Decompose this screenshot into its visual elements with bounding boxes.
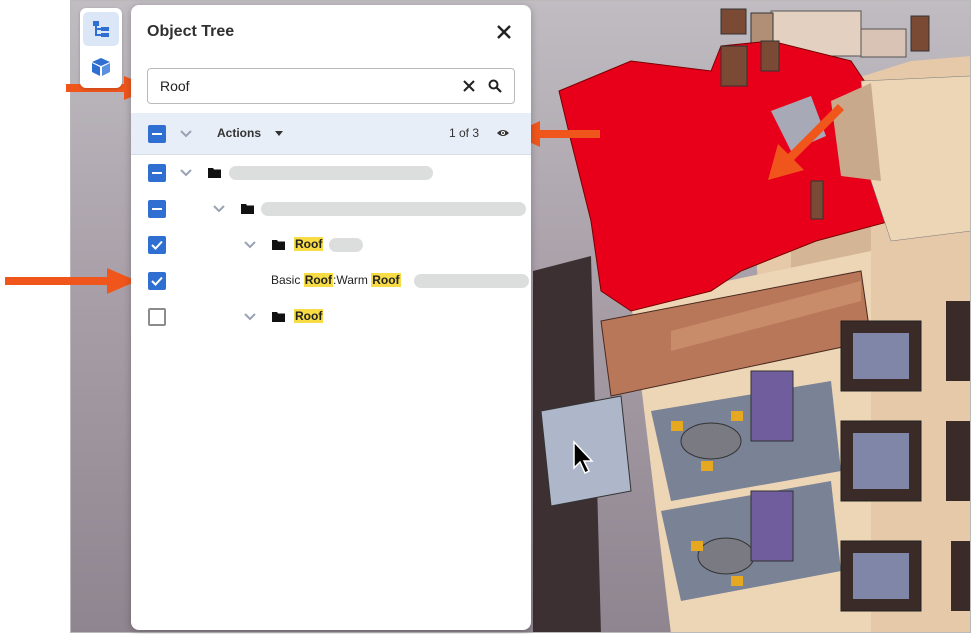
actions-menu[interactable]: Actions (217, 126, 261, 140)
search-highlight: Roof (294, 309, 324, 323)
search-highlight: Roof (303, 273, 334, 287)
folder-icon (208, 168, 221, 178)
chevron-down-icon[interactable] (179, 166, 193, 180)
tree-row[interactable]: Roof (131, 299, 531, 335)
annotation-arrow-checkbox (5, 268, 137, 294)
tool-rail (80, 8, 122, 88)
search-input[interactable] (160, 69, 450, 103)
tree-row[interactable]: Roof (131, 227, 531, 263)
tree-row[interactable] (131, 191, 531, 227)
redacted-label (229, 166, 433, 180)
row-checkbox[interactable] (148, 272, 166, 290)
redacted-label (329, 238, 363, 252)
match-counter: 1 of 3 (449, 126, 480, 140)
folder-icon (241, 204, 254, 214)
row-checkbox[interactable] (148, 308, 166, 326)
object-tree-button[interactable] (83, 12, 119, 46)
node-label: Roof (294, 237, 324, 251)
search-highlight: Roof (371, 273, 401, 287)
clear-icon[interactable] (462, 79, 476, 93)
object-tree-icon (93, 21, 109, 37)
row-checkbox[interactable] (148, 164, 166, 182)
row-checkbox[interactable] (148, 236, 166, 254)
row-checkbox[interactable] (148, 200, 166, 218)
label-text: :Warm (333, 273, 372, 287)
search-highlight: Roof (294, 237, 324, 251)
tree-row[interactable] (131, 155, 531, 191)
folder-icon (272, 312, 285, 322)
eye-icon[interactable] (496, 126, 510, 140)
chevron-down-icon[interactable] (212, 202, 226, 216)
select-all-checkbox[interactable] (148, 125, 166, 143)
node-label: Roof (294, 309, 324, 323)
node-label: Basic Roof:Warm Roof (271, 273, 401, 287)
search-icon[interactable] (488, 79, 502, 93)
folder-icon (272, 240, 285, 250)
redacted-label (261, 202, 526, 216)
model-button[interactable] (83, 50, 119, 84)
redacted-label (414, 274, 529, 288)
object-tree-panel: Object Tree Actions 1 of 3 (131, 5, 531, 630)
caret-down-icon[interactable] (274, 126, 284, 140)
tree-toolbar: Actions 1 of 3 (131, 113, 531, 155)
mouse-cursor-icon (573, 440, 594, 475)
chevron-down-icon[interactable] (179, 127, 193, 141)
chevron-down-icon[interactable] (243, 238, 257, 252)
annotation-arrow-roof-model (768, 104, 844, 180)
close-icon[interactable] (495, 23, 513, 41)
tree-row[interactable]: Basic Roof:Warm Roof (131, 263, 531, 299)
label-text: Basic (271, 273, 304, 287)
chevron-down-icon[interactable] (243, 310, 257, 324)
model-cube-icon (92, 58, 110, 76)
panel-title: Object Tree (147, 23, 235, 40)
search-box (147, 68, 515, 104)
